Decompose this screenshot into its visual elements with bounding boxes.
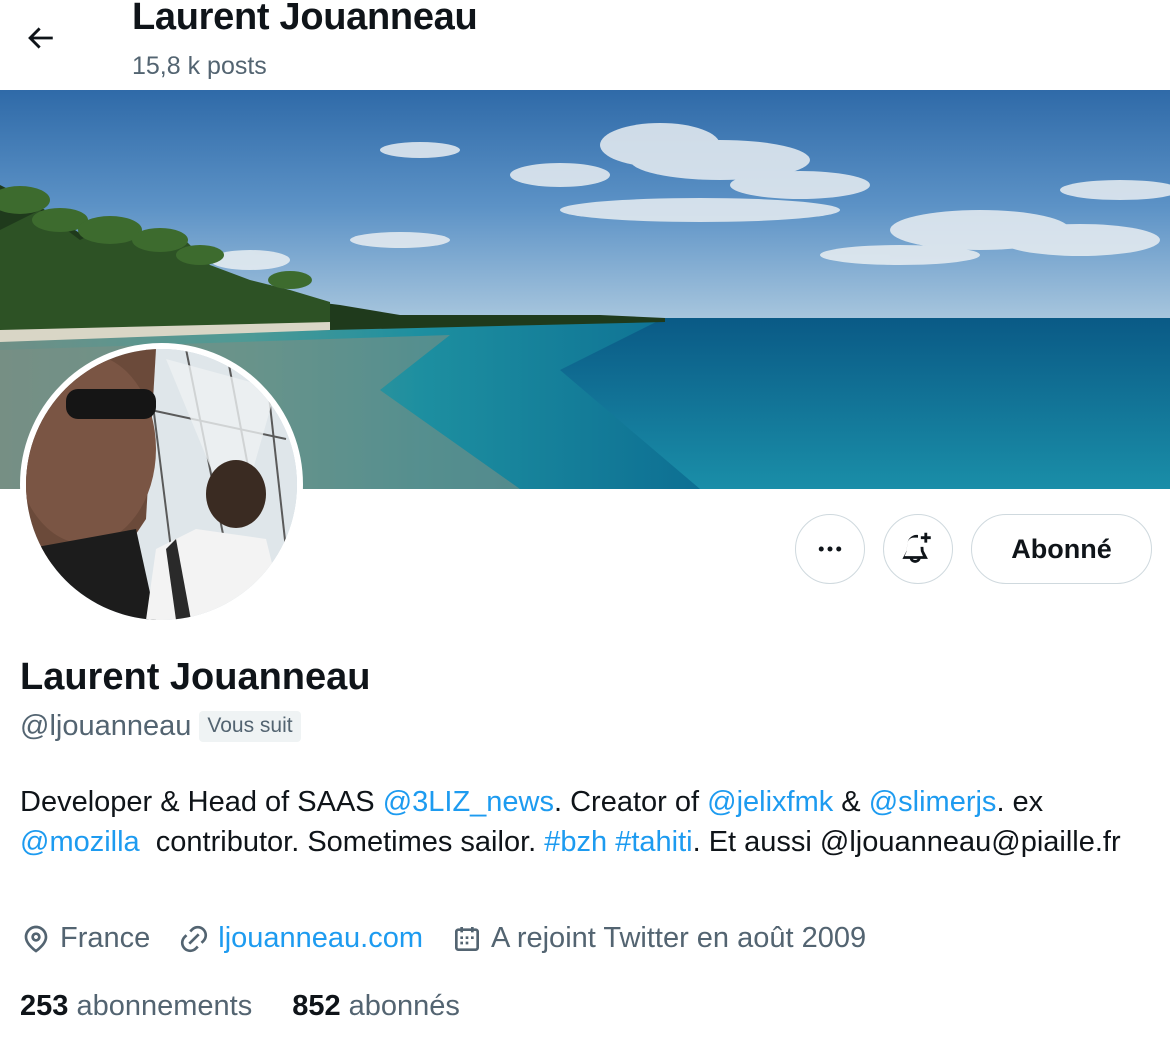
mention-link[interactable]: @mozilla: [20, 826, 140, 858]
bio-text: . Creator of: [554, 786, 708, 818]
mention-link[interactable]: @slimerjs: [869, 786, 997, 818]
followers-label: abonnés: [348, 990, 460, 1022]
profile-stats: 253 abonnements 852 abonnés: [20, 990, 500, 1023]
profile-handle: @ljouanneau: [20, 710, 192, 742]
bio-text: [607, 826, 615, 858]
website-link[interactable]: ljouanneau.com: [218, 922, 423, 955]
followers-count: 852: [292, 990, 341, 1022]
profile-bio: Developer & Head of SAAS @3LIZ_news. Cre…: [20, 782, 1140, 862]
avatar-image: [26, 349, 297, 620]
more-dots-icon: [818, 546, 842, 552]
notifications-button[interactable]: [883, 514, 953, 584]
joined-text: A rejoint Twitter en août 2009: [491, 922, 867, 954]
following-count: 253: [20, 990, 69, 1022]
website-item[interactable]: ljouanneau.com: [178, 922, 423, 955]
follows-you-badge: Vous suit: [199, 711, 301, 742]
profile-meta: France ljouanneau.com A rejoint Twitter …: [20, 922, 894, 955]
handle-row: @ljouanneau Vous suit: [20, 710, 301, 743]
mention-link[interactable]: @3LIZ_news: [383, 786, 554, 818]
bio-text: Developer & Head of SAAS: [20, 786, 383, 818]
joined-item: A rejoint Twitter en août 2009: [451, 922, 866, 955]
bio-text: contributor. Sometimes sailor.: [139, 826, 545, 858]
followers-stat[interactable]: 852 abonnés: [292, 990, 460, 1023]
location-item: France: [20, 922, 150, 955]
following-label: abonnements: [76, 990, 253, 1022]
hashtag-link[interactable]: #bzh: [544, 826, 607, 858]
bell-plus-icon: [902, 532, 931, 563]
following-stat[interactable]: 253 abonnements: [20, 990, 252, 1023]
arrow-left-icon: [28, 27, 53, 49]
calendar-icon: [455, 926, 480, 951]
bio-text: . Et aussi @ljouanneau@piaille.fr: [692, 826, 1121, 858]
back-button[interactable]: [14, 14, 66, 62]
following-button[interactable]: Abonné: [971, 514, 1152, 584]
bio-text: &: [833, 786, 869, 818]
link-icon: [181, 925, 208, 952]
header-post-count: 15,8 k posts: [132, 52, 267, 80]
mention-link[interactable]: @jelixfmk: [707, 786, 833, 818]
location-pin-icon: [24, 925, 48, 953]
bio-text: . ex: [996, 786, 1044, 818]
location-text: France: [60, 922, 151, 954]
more-options-button[interactable]: [795, 514, 865, 584]
profile-name: Laurent Jouanneau: [20, 656, 371, 698]
avatar[interactable]: [20, 343, 303, 626]
top-bar: Laurent Jouanneau 15,8 k posts: [0, 0, 1170, 90]
hashtag-link[interactable]: #tahiti: [615, 826, 692, 858]
header-title: Laurent Jouanneau: [132, 0, 478, 38]
